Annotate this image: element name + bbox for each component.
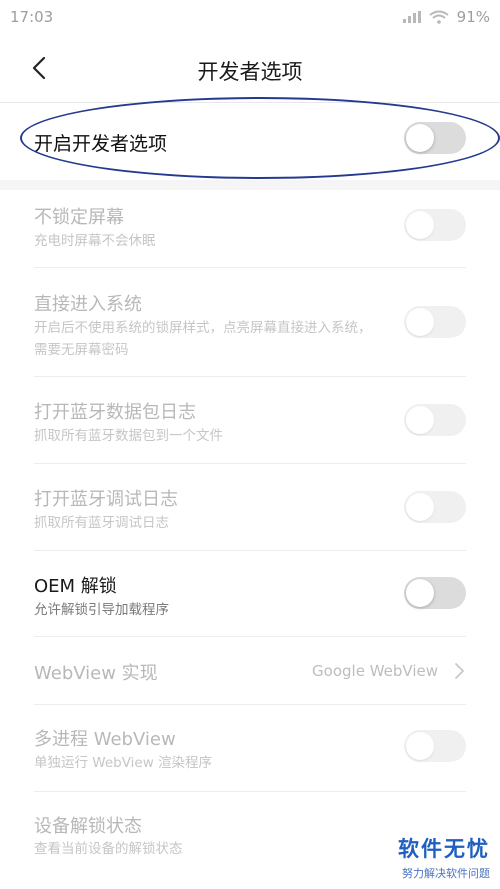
setting-subtitle: 查看当前设备的解锁状态	[34, 841, 183, 857]
setting-subtitle: 单独运行 WebView 渲染程序	[34, 755, 213, 771]
page-title: 开发者选项	[197, 60, 303, 84]
setting-label: 直接进入系统	[34, 294, 142, 315]
setting-label: 打开蓝牙调试日志	[34, 489, 178, 510]
oem-unlock-toggle[interactable]	[404, 577, 466, 609]
setting-row-multiprocess-webview[interactable]: 多进程 WebView 单独运行 WebView 渲染程序	[0, 705, 500, 792]
master-toggle-switch[interactable]	[404, 122, 466, 154]
setting-subtitle: 开启后不使用系统的锁屏样式，点亮屏幕直接进入系统，需要无屏幕密码	[34, 320, 372, 358]
setting-row-direct-boot[interactable]: 直接进入系统 开启后不使用系统的锁屏样式，点亮屏幕直接进入系统，需要无屏幕密码	[0, 268, 500, 377]
status-time: 17:03	[10, 8, 54, 26]
setting-label: 打开蓝牙数据包日志	[34, 402, 196, 423]
status-right: 91%	[402, 8, 490, 26]
signal-icon	[402, 11, 421, 23]
chevron-right-icon	[455, 663, 464, 679]
setting-label: WebView 实现	[34, 663, 158, 684]
setting-row-stay-awake[interactable]: 不锁定屏幕 充电时屏幕不会休眠	[0, 190, 500, 268]
setting-row-bt-packet-log[interactable]: 打开蓝牙数据包日志 抓取所有蓝牙数据包到一个文件	[0, 377, 500, 464]
setting-subtitle: 抓取所有蓝牙数据包到一个文件	[34, 428, 223, 444]
wifi-icon	[429, 10, 449, 24]
watermark-subtitle: 努力解决软件问题	[402, 867, 490, 880]
watermark: 软件无忧 努力解决软件问题	[398, 833, 490, 881]
watermark-title: 软件无忧	[398, 837, 490, 861]
setting-toggle[interactable]	[404, 404, 466, 436]
setting-toggle[interactable]	[404, 730, 466, 762]
setting-label: 不锁定屏幕	[34, 207, 124, 228]
developer-options-master-row[interactable]: 开启开发者选项	[0, 103, 500, 180]
setting-subtitle: 允许解锁引导加载程序	[34, 602, 169, 618]
setting-row-oem-unlock[interactable]: OEM 解锁 允许解锁引导加载程序	[0, 551, 500, 637]
title-bar: 开发者选项	[0, 34, 500, 102]
setting-subtitle: 抓取所有蓝牙调试日志	[34, 515, 169, 531]
setting-subtitle: 充电时屏幕不会休眠	[34, 233, 156, 249]
setting-label: 多进程 WebView	[34, 729, 176, 750]
battery-percent: 91%	[456, 8, 490, 26]
setting-value: Google WebView	[312, 662, 438, 680]
master-toggle-label: 开启开发者选项	[34, 133, 168, 155]
section-gap	[0, 180, 500, 190]
setting-toggle[interactable]	[404, 209, 466, 241]
setting-row-webview-impl[interactable]: WebView 实现 Google WebView	[0, 637, 500, 705]
setting-toggle[interactable]	[404, 491, 466, 523]
setting-label: OEM 解锁	[34, 576, 117, 597]
status-bar: 17:03 91%	[0, 0, 500, 34]
setting-toggle[interactable]	[404, 306, 466, 338]
setting-row-bt-debug-log[interactable]: 打开蓝牙调试日志 抓取所有蓝牙调试日志	[0, 464, 500, 551]
setting-label: 设备解锁状态	[34, 816, 142, 837]
